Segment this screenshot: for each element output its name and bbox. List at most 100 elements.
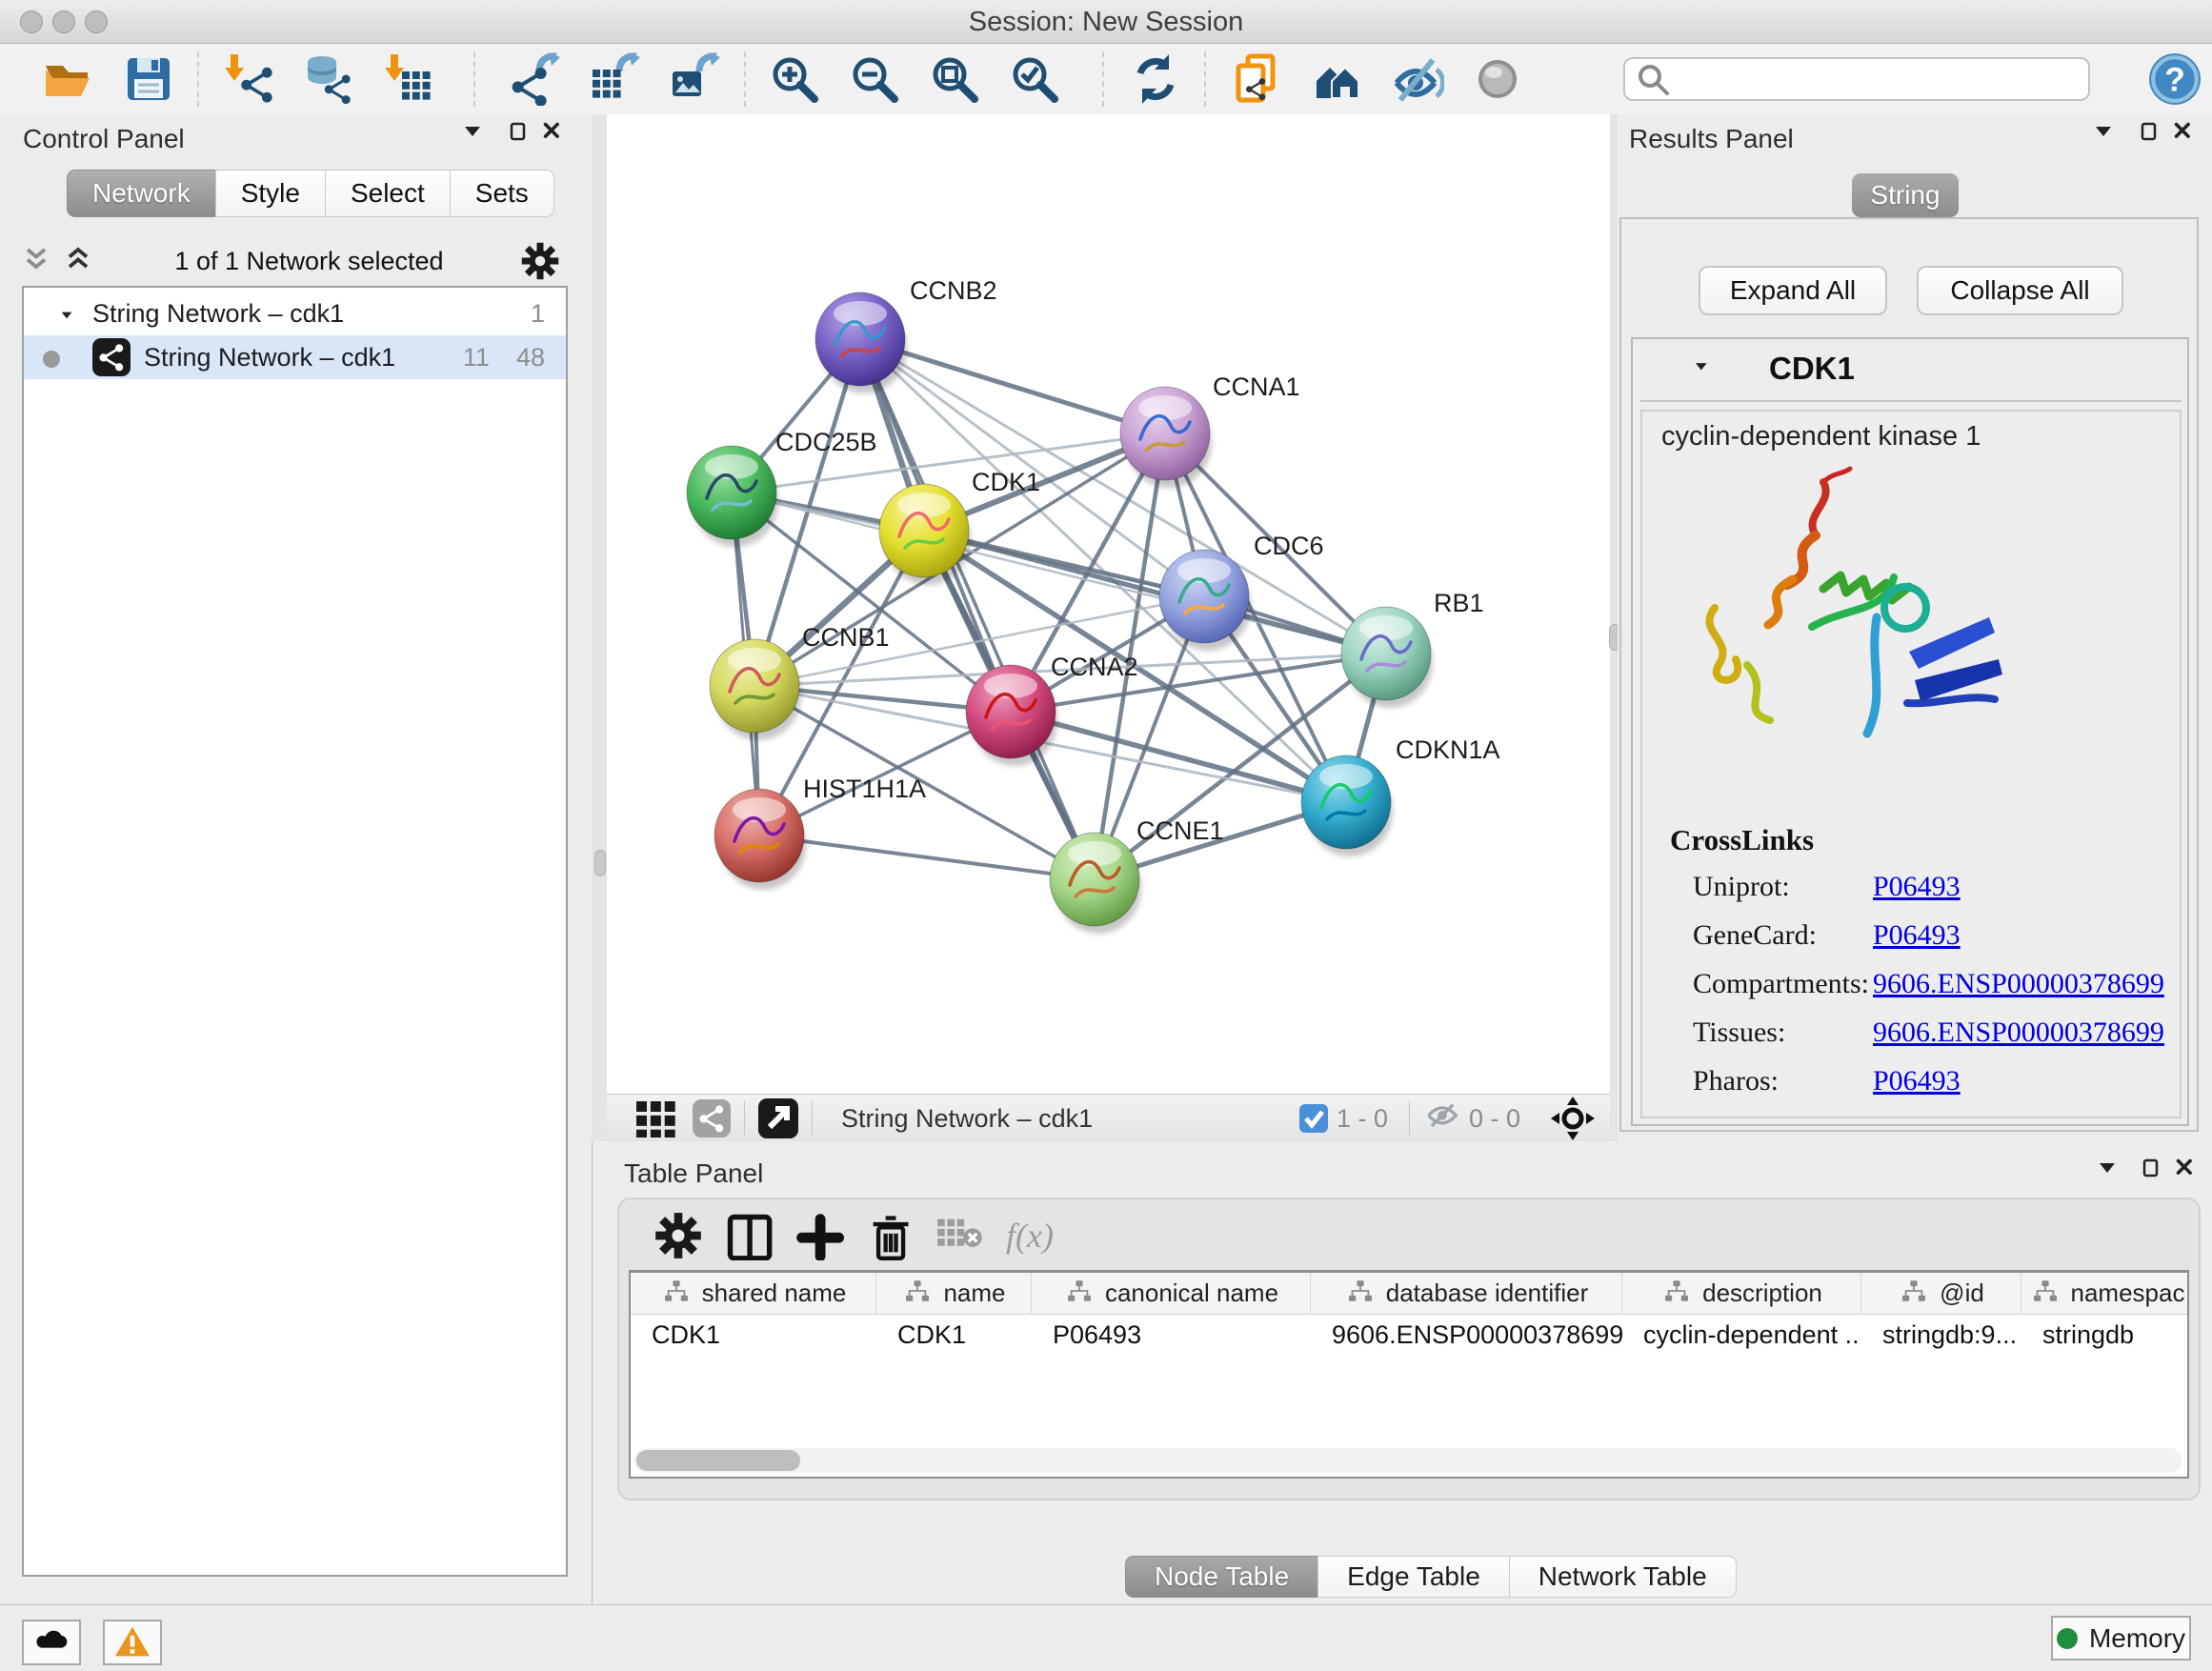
network-view[interactable]: CCNB2 CCNA1 CDC25B CDK1: [607, 114, 1610, 1141]
network-collection-row[interactable]: String Network – cdk1 1: [24, 292, 566, 335]
network-node-CCNA2[interactable]: CCNA2: [966, 653, 1138, 766]
open-file-button[interactable]: [42, 52, 95, 106]
column-header-canonical-name[interactable]: canonical name: [1032, 1273, 1311, 1314]
entry-collapse-icon[interactable]: [1690, 358, 1717, 379]
table-options-gear-icon[interactable]: [654, 1211, 703, 1260]
tab-style[interactable]: Style: [215, 170, 326, 217]
crosslink-link[interactable]: P06493: [1873, 871, 1961, 903]
network-row-selected[interactable]: String Network – cdk1 11 48: [24, 335, 566, 379]
panel-close-icon[interactable]: [539, 120, 572, 149]
network-graph[interactable]: CCNB2 CCNA1 CDC25B CDK1: [607, 114, 1610, 1094]
tab-select[interactable]: Select: [325, 170, 451, 217]
network-edge[interactable]: [759, 836, 1095, 879]
copy-document-button[interactable]: [1231, 52, 1284, 106]
export-table-button[interactable]: [587, 52, 640, 106]
table-cell[interactable]: cyclin-dependent ...: [1622, 1314, 1861, 1356]
save-session-button[interactable]: [122, 52, 175, 106]
table-cell[interactable]: stringdb:9...: [1861, 1314, 2021, 1356]
home-button[interactable]: [1311, 52, 1364, 106]
network-status-bar: String Network – cdk1 1 - 0 0 - 0: [607, 1094, 1610, 1142]
memory-label: Memory: [2089, 1623, 2185, 1654]
delete-table-icon[interactable]: [935, 1211, 985, 1260]
crosslink-link[interactable]: P06493: [1873, 1065, 1961, 1097]
import-table-button[interactable]: [381, 52, 434, 106]
cloud-button[interactable]: [22, 1620, 81, 1665]
panel-divider-left[interactable]: [592, 114, 607, 1141]
expand-all-icon[interactable]: [22, 244, 56, 278]
collapse-all-icon[interactable]: [64, 244, 98, 278]
show-columns-icon[interactable]: [724, 1211, 774, 1260]
zoom-out-button[interactable]: [848, 52, 901, 106]
zoom-in-button[interactable]: [768, 52, 821, 106]
table-cell[interactable]: 9606.ENSP00000378699: [1311, 1314, 1622, 1356]
column-header-database-identifier[interactable]: database identifier: [1311, 1273, 1622, 1314]
zoom-selected-button[interactable]: [1008, 52, 1061, 106]
table-row[interactable]: CDK1CDK1P064939606.ENSP00000378699cyclin…: [631, 1314, 2189, 1356]
collapse-all-button[interactable]: Collapse All: [1917, 266, 2123, 315]
network-badge-icon[interactable]: [693, 1099, 731, 1137]
column-header-shared-name[interactable]: shared name: [631, 1273, 876, 1314]
column-header-description[interactable]: description: [1622, 1273, 1861, 1314]
column-header-name[interactable]: name: [876, 1273, 1032, 1314]
function-builder-icon[interactable]: f(x): [1006, 1216, 1054, 1256]
tab-node-table[interactable]: Node Table: [1125, 1556, 1318, 1598]
divider-handle[interactable]: [594, 850, 606, 876]
column-header-@id[interactable]: @id: [1861, 1273, 2021, 1314]
collection-expand-icon[interactable]: [56, 304, 81, 323]
hidden-eye-icon[interactable]: [1423, 1103, 1461, 1134]
column-header-namespac[interactable]: namespac: [2021, 1273, 2189, 1314]
panel-close-icon[interactable]: [2172, 1157, 2204, 1185]
separator: [744, 1101, 745, 1136]
open-in-window-icon[interactable]: [758, 1098, 798, 1138]
panel-menu-icon[interactable]: [2090, 120, 2122, 149]
table-cell[interactable]: P06493: [1032, 1314, 1311, 1356]
network-node-CDC25B[interactable]: CDC25B: [687, 428, 877, 547]
scrollbar-thumb[interactable]: [636, 1450, 800, 1471]
panel-float-icon[interactable]: [505, 120, 537, 149]
tab-edge-table[interactable]: Edge Table: [1317, 1556, 1510, 1598]
search-field[interactable]: [1623, 57, 2090, 101]
tab-string[interactable]: String: [1852, 173, 1959, 217]
search-input[interactable]: [1671, 64, 2075, 95]
selected-checkbox-icon[interactable]: [1298, 1103, 1329, 1134]
tab-network[interactable]: Network: [67, 170, 216, 217]
zoom-fit-button[interactable]: [928, 52, 981, 106]
network-options-gear-icon[interactable]: [520, 241, 560, 281]
refresh-button[interactable]: [1129, 52, 1182, 106]
network-node-CCNA1[interactable]: CCNA1: [1120, 372, 1300, 488]
network-node-HIST1H1A[interactable]: HIST1H1A: [714, 775, 926, 890]
table-cell[interactable]: CDK1: [876, 1314, 1032, 1356]
crosslink-row: GeneCard: P06493: [1642, 919, 2180, 968]
network-node-CDKN1A[interactable]: CDKN1A: [1301, 735, 1500, 856]
help-button[interactable]: ?: [2147, 51, 2202, 107]
panel-menu-icon[interactable]: [2094, 1157, 2126, 1185]
fit-selected-icon[interactable]: [1551, 1097, 1595, 1140]
panel-float-icon[interactable]: [2138, 1157, 2170, 1185]
grid-view-icon[interactable]: [632, 1099, 675, 1137]
tab-sets[interactable]: Sets: [450, 170, 554, 217]
network-node-CCNB2[interactable]: CCNB2: [815, 276, 997, 393]
crosslink-link[interactable]: 9606.ENSP00000378699: [1873, 968, 2164, 1000]
expand-all-button[interactable]: Expand All: [1699, 266, 1887, 315]
horizontal-scrollbar[interactable]: [634, 1448, 2182, 1473]
gray-eye-button[interactable]: [1471, 52, 1524, 106]
crosslink-link[interactable]: 9606.ENSP00000378699: [1873, 1017, 2164, 1049]
table-cell[interactable]: stringdb: [2021, 1314, 2189, 1356]
table-cell[interactable]: CDK1: [631, 1314, 876, 1356]
crosslink-label: GeneCard:: [1693, 919, 1817, 952]
tab-network-table[interactable]: Network Table: [1509, 1556, 1737, 1598]
warnings-button[interactable]: [103, 1620, 162, 1665]
network-node-RB1[interactable]: RB1: [1341, 589, 1484, 708]
export-network-button[interactable]: [507, 52, 560, 106]
crosslink-link[interactable]: P06493: [1873, 919, 1961, 952]
memory-button[interactable]: Memory: [2051, 1616, 2191, 1661]
delete-column-icon[interactable]: [865, 1211, 915, 1260]
import-network-button[interactable]: [221, 52, 274, 106]
hide-eye-button[interactable]: [1391, 52, 1444, 106]
panel-float-icon[interactable]: [2136, 120, 2168, 149]
panel-menu-icon[interactable]: [459, 120, 492, 149]
import-database-button[interactable]: [301, 52, 354, 106]
export-image-button[interactable]: [667, 52, 720, 106]
panel-close-icon[interactable]: [2170, 120, 2202, 149]
add-column-icon[interactable]: [794, 1211, 844, 1260]
